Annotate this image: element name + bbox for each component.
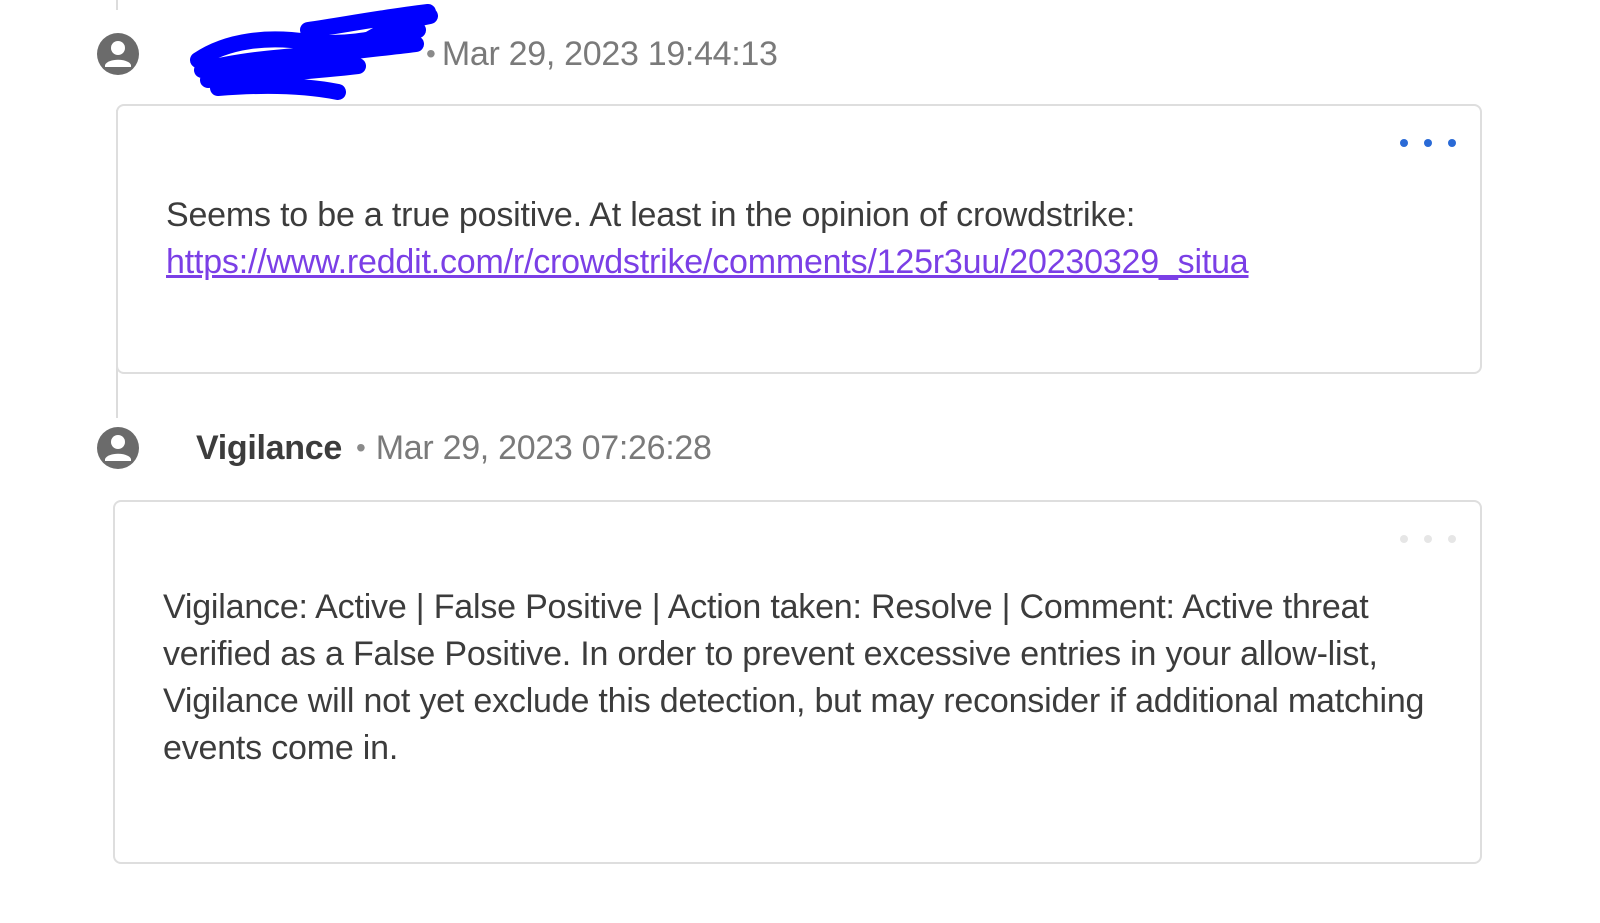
comment-card: Seems to be a true positive. At least in… (116, 104, 1482, 374)
dot (1448, 139, 1456, 147)
timeline-connector (116, 0, 118, 10)
dot (1424, 535, 1432, 543)
dot (1424, 139, 1432, 147)
comment-card: Vigilance: Active | False Positive | Act… (113, 500, 1482, 864)
comment-timestamp: Mar 29, 2023 19:44:13 (441, 34, 778, 73)
author-name-redacted (190, 4, 438, 100)
author-name: Vigilance (196, 428, 342, 467)
comment-text: Vigilance: Active | False Positive | Act… (163, 588, 1425, 767)
comment-header: • Mar 29, 2023 19:44:13 (96, 4, 778, 100)
comment-thread: • Mar 29, 2023 19:44:13 Seems to be a tr… (0, 0, 1600, 923)
comment-header: Vigilance • Mar 29, 2023 07:26:28 (96, 424, 712, 472)
user-avatar-icon (96, 32, 140, 76)
comment-timestamp: Mar 29, 2023 07:26:28 (375, 428, 712, 467)
dot (1400, 139, 1408, 147)
more-options-icon[interactable] (1400, 524, 1456, 554)
user-avatar-icon (96, 426, 140, 470)
more-options-icon[interactable] (1400, 128, 1456, 158)
comment-link[interactable]: https://www.reddit.com/r/crowdstrike/com… (166, 239, 1249, 286)
dot (1400, 535, 1408, 543)
dot (1448, 535, 1456, 543)
comment-text: Seems to be a true positive. At least in… (166, 196, 1136, 234)
comment-body: Seems to be a true positive. At least in… (166, 192, 1249, 286)
comment-body: Vigilance: Active | False Positive | Act… (163, 584, 1453, 772)
header-separator: • (355, 432, 366, 463)
